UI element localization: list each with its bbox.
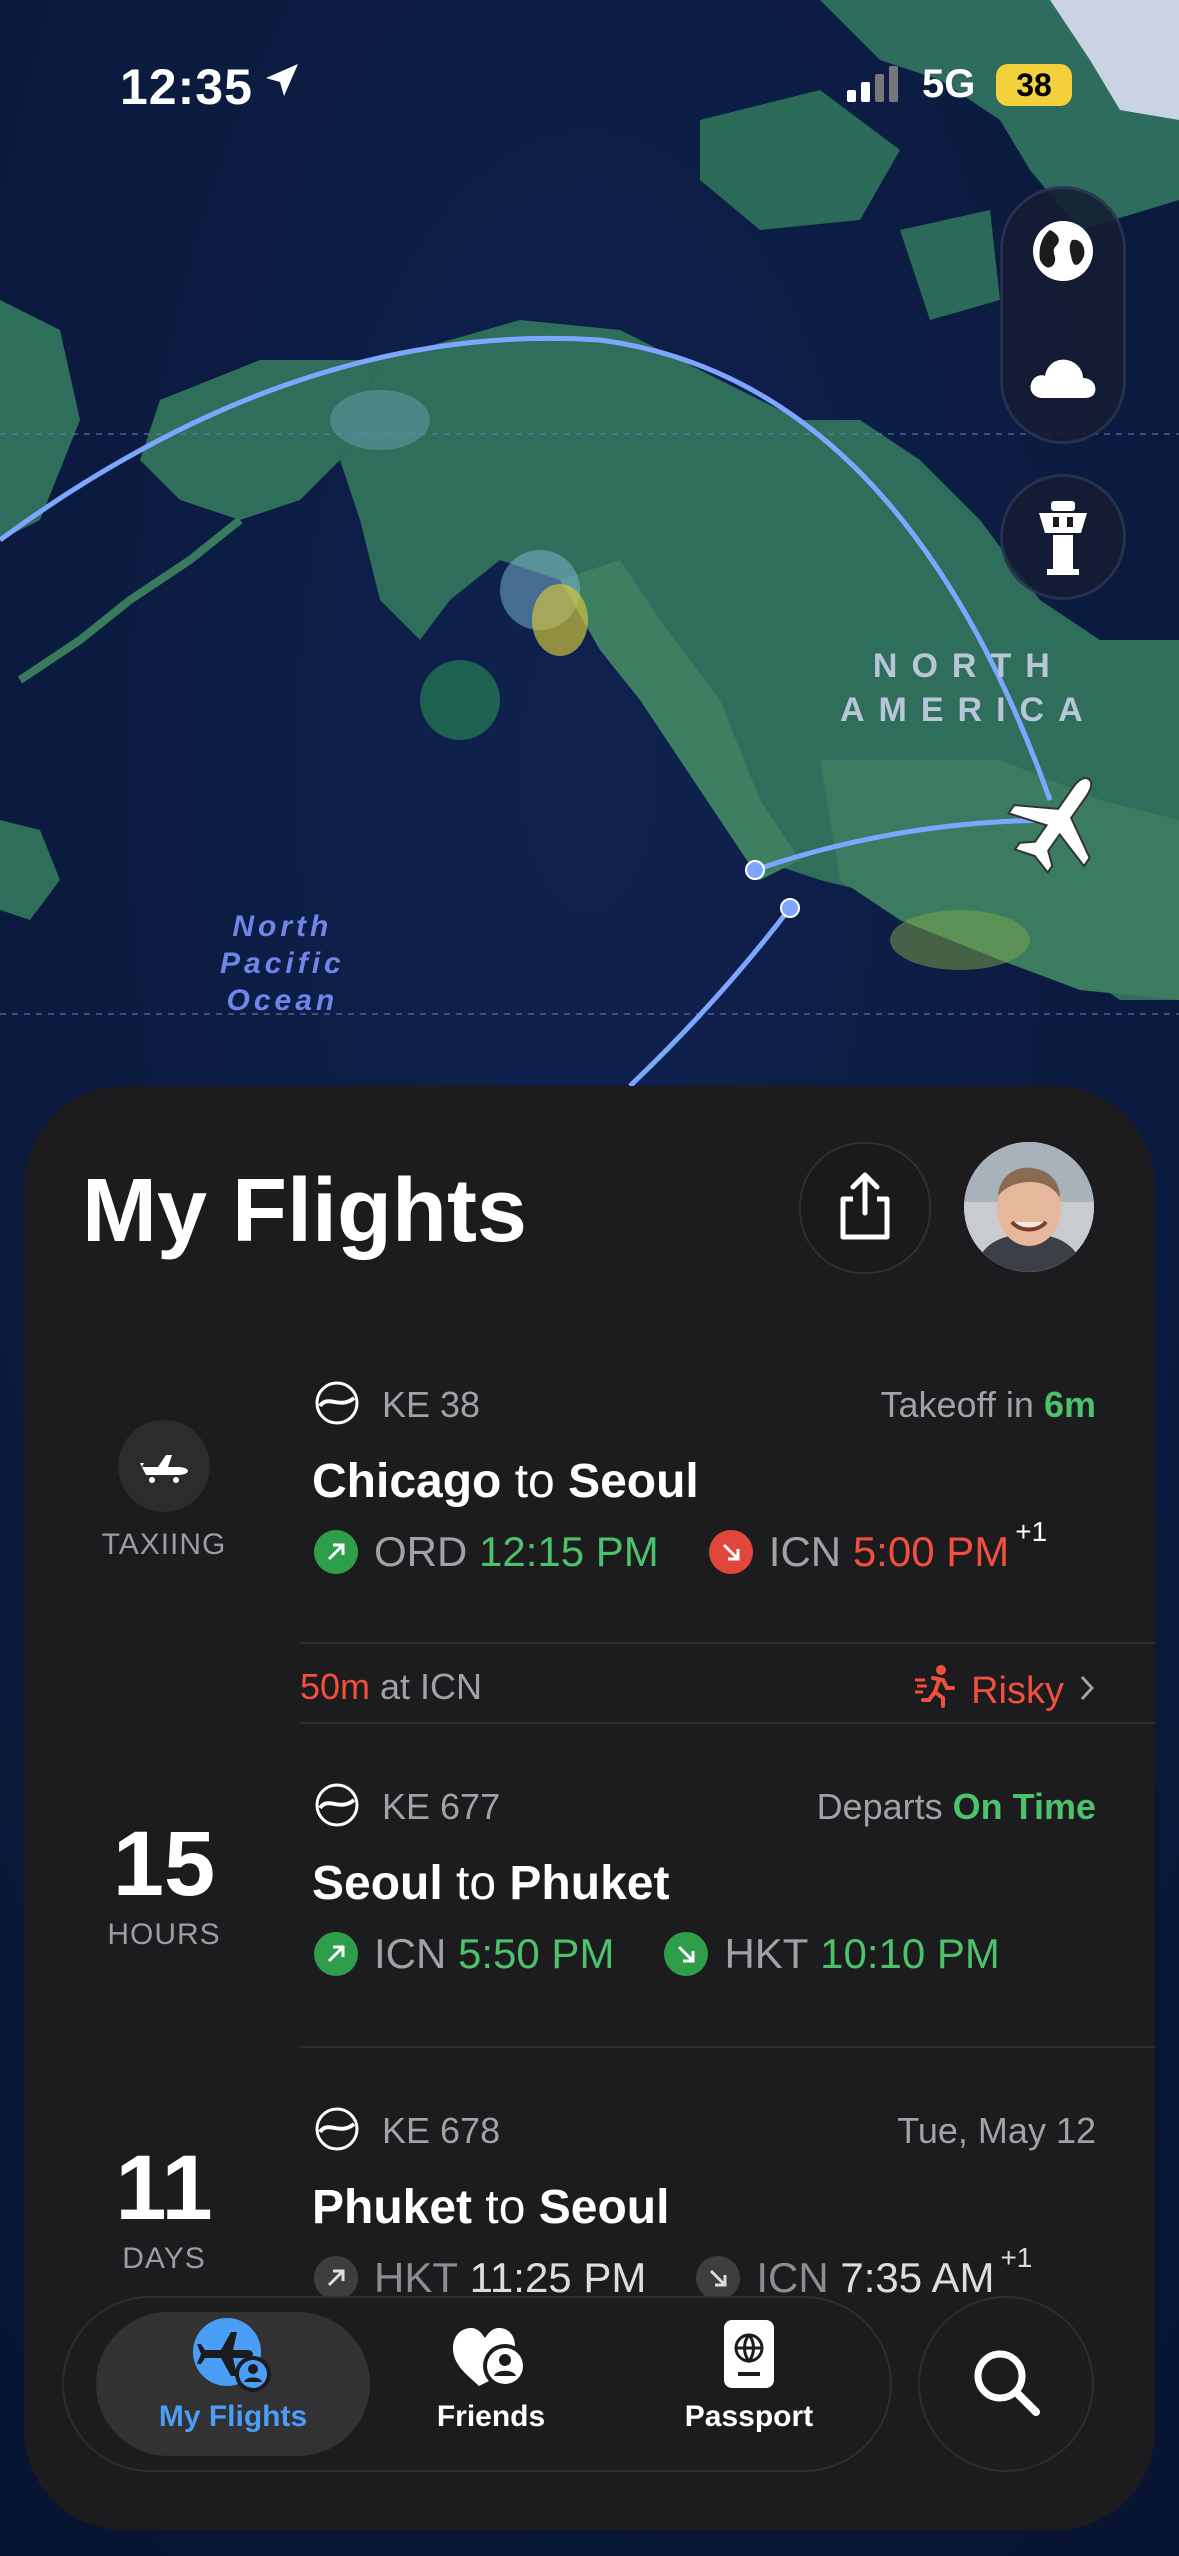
tab-my-flights[interactable]: My Flights (96, 2312, 370, 2456)
connection-row[interactable]: 50m at ICN Risky (300, 1646, 1155, 1722)
friends-icon (354, 2312, 628, 2392)
flight-times: ORD 12:15 PM ICN 5:00 PM +1 (314, 1516, 1047, 1576)
divider (300, 1722, 1155, 1724)
divider (300, 1642, 1155, 1644)
flight-number: KE 678 (382, 2110, 501, 2151)
departure-icon (314, 1932, 358, 1976)
flight-route: Seoul to Phuket (312, 1857, 670, 1910)
network-type: 5G (922, 62, 976, 106)
flight-status: Takeoff in 6m (880, 1384, 1096, 1425)
globe-icon[interactable] (1024, 212, 1102, 290)
tab-bar: My Flights Friends Passport (62, 2296, 892, 2472)
tower-icon[interactable] (1000, 474, 1126, 600)
flight-route: Chicago to Seoul (312, 1455, 699, 1508)
cloud-icon[interactable] (1024, 338, 1102, 416)
status-bar: 12:35 5G 38 (0, 0, 1179, 150)
countdown-unit: HOURS (107, 1918, 221, 1951)
tab-label: Friends (436, 2400, 546, 2433)
connection-risk: Risky (913, 1664, 1096, 1718)
ocean-label: North Pacific Ocean (220, 910, 345, 1017)
airline-logo-icon (314, 1380, 360, 1431)
arrival-icon (664, 1932, 709, 1976)
signal-icon (845, 64, 905, 109)
arrival-icon (708, 1530, 753, 1574)
chevron-right-icon (1078, 1670, 1096, 1713)
taxiing-plane-icon (118, 1420, 210, 1512)
flight-route: Phuket to Seoul (312, 2181, 670, 2234)
running-person-icon (913, 1664, 957, 1718)
passport-icon (612, 2312, 886, 2392)
continent-label: NORTH AMERICA (840, 647, 1097, 729)
countdown-number: 15 (112, 1813, 216, 1915)
arrival-icon (696, 2256, 741, 2300)
flight-times: HKT 11:25 PM ICN 7:35 AM +1 (314, 2242, 1032, 2302)
flight-date: Tue, May 12 (897, 2110, 1096, 2151)
airline-logo-icon (314, 1782, 360, 1833)
departure-icon (314, 1530, 358, 1574)
sheet-title: My Flights (82, 1161, 527, 1261)
profile-avatar[interactable] (964, 1142, 1094, 1272)
tab-label: Passport (684, 2400, 814, 2433)
countdown-unit: DAYS (122, 2242, 206, 2275)
share-button[interactable] (799, 1142, 931, 1274)
flight-number: KE 677 (382, 1786, 501, 1827)
map-controls (1000, 186, 1126, 444)
countdown-number: 11 (115, 2137, 213, 2239)
tab-label: My Flights (158, 2400, 308, 2433)
status-time: 12:35 (120, 59, 253, 115)
divider (300, 2046, 1155, 2048)
location-arrow-icon (262, 60, 302, 105)
search-button[interactable] (918, 2296, 1094, 2472)
search-icon (970, 2346, 1042, 2423)
battery-indicator: 38 (996, 64, 1072, 106)
flight-times: ICN 5:50 PM HKT 10:10 PM (314, 1930, 1000, 1978)
airline-logo-icon (314, 2106, 360, 2157)
share-icon (835, 1171, 895, 1246)
tab-passport[interactable]: Passport (612, 2312, 886, 2456)
departure-icon (314, 2256, 358, 2300)
flight-phase: TAXIING (101, 1528, 227, 1561)
tab-friends[interactable]: Friends (354, 2312, 628, 2456)
my-flights-icon (96, 2312, 370, 2392)
flight-number: KE 38 (382, 1384, 481, 1425)
layover-info: 50m at ICN (300, 1666, 483, 1707)
flight-status: Departs On Time (816, 1786, 1096, 1827)
